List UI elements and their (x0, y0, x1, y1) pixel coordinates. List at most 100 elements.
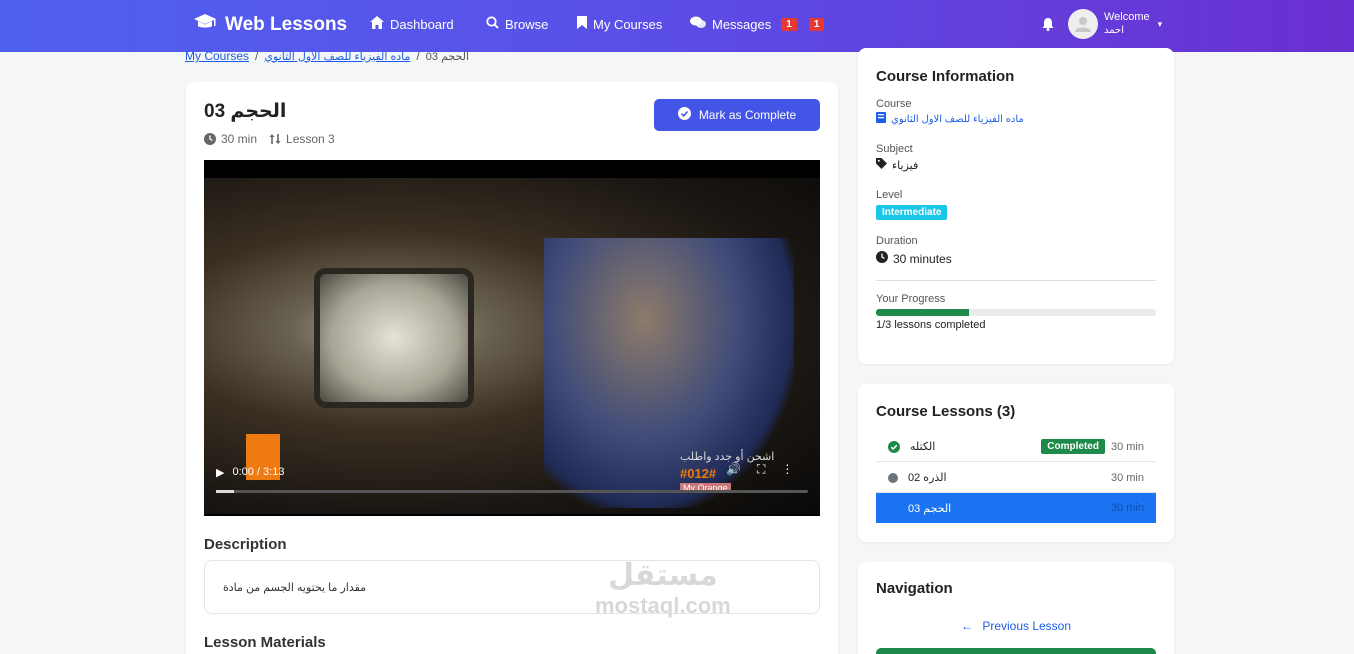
lesson-item-name: الذره 02 (908, 472, 947, 484)
progress-label: Your Progress (876, 293, 946, 305)
caret-down-icon: ▾ (1157, 18, 1163, 29)
level-value-row: Intermediate (876, 205, 948, 220)
lesson-duration: 30 min (221, 132, 258, 146)
user-name: احمد (1104, 25, 1124, 36)
chat-icon (690, 16, 706, 32)
materials-heading: Lesson Materials (204, 634, 326, 651)
lesson-item-duration: 30 min (1110, 502, 1144, 514)
arrow-left-icon: ← (960, 619, 973, 633)
welcome-text: Welcome (1104, 11, 1150, 23)
lesson-item-duration: 30 min (1110, 440, 1144, 453)
video-player[interactable]: اشحن أو جدد واطلب #012# My Orange ▶ 0:00… (204, 160, 820, 516)
more-options-icon[interactable]: ⋮ (781, 462, 793, 477)
previous-lesson-link[interactable]: ← Previous Lesson (876, 619, 1156, 633)
course-info-card: Course Information Course ماده الفيزياء … (858, 48, 1174, 364)
previous-lesson-label: Previous Lesson (982, 619, 1072, 633)
mark-complete-button[interactable]: Mark as Complete (654, 99, 820, 131)
search-icon (486, 16, 499, 32)
notifications-badge: 1 (808, 17, 825, 31)
video-controls: ▶ 0:00 / 3:13 (216, 462, 812, 482)
clock-icon (204, 133, 216, 145)
duration-label: Duration (876, 235, 918, 247)
navigation-card: Navigation ← Previous Lesson (858, 562, 1174, 654)
lesson-item-name: الحجم 03 (908, 502, 952, 515)
avatar (1068, 9, 1098, 39)
book-icon (876, 112, 886, 126)
sort-arrows-icon (269, 133, 281, 145)
nav-dashboard[interactable]: Dashboard (370, 16, 454, 32)
top-navbar: Web Lessons Dashboard Browse My Courses … (0, 0, 1354, 52)
graduation-cap-icon (193, 12, 217, 38)
lesson-card: الحجم 03 30 min Lesson 3 Mark as Complet… (186, 82, 838, 654)
lesson-item-3-active[interactable]: الحجم 03 30 min (876, 493, 1156, 523)
brand-name: Web Lessons (225, 14, 348, 35)
course-info-title: Course Information (876, 68, 1015, 85)
breadcrumb: My Courses / ماده الفيزياء للصف الاول ال… (185, 49, 469, 63)
tag-icon (876, 158, 887, 172)
next-lesson-button[interactable] (876, 648, 1156, 654)
nav-browse[interactable]: Browse (486, 16, 548, 32)
course-label: Course (876, 98, 912, 110)
video-time: 0:00 / 3:13 (232, 466, 285, 478)
messages-badge: 1 (781, 17, 797, 31)
subject-value-row: فيزياء (876, 158, 918, 172)
course-link[interactable]: ماده الفيزياء للصف الاول الثانوي (876, 112, 1024, 126)
breadcrumb-separator: / (255, 49, 259, 63)
description-text: مقدار ما يحتويه الجسم من مادة (223, 582, 367, 594)
divider (876, 280, 1156, 281)
level-badge: Intermediate (876, 205, 948, 220)
breadcrumb-separator: / (416, 49, 420, 63)
subject-label: Subject (876, 143, 913, 155)
watermark-ar: مستقل (607, 559, 718, 592)
bell-icon[interactable] (1042, 18, 1054, 36)
lesson-item-name: الكتله (910, 441, 936, 453)
home-icon (370, 16, 384, 32)
video-seek-bar[interactable] (216, 490, 808, 493)
lesson-item-duration: 30 min (1110, 471, 1144, 484)
subject-value: فيزياء (892, 159, 919, 172)
nav-messages-label: Messages (712, 16, 772, 32)
video-controls-right: 🔊 ⛶ ⋮ (726, 462, 793, 477)
breadcrumb-course[interactable]: ماده الفيزياء للصف الاول الثانوي (264, 50, 410, 63)
lesson-item-1[interactable]: الكتله Completed 30 min (876, 432, 1156, 462)
video-seek-fill (216, 490, 234, 493)
course-lessons-title: Course Lessons (3) (876, 403, 1016, 420)
fullscreen-icon[interactable]: ⛶ (757, 462, 765, 477)
nav-my-courses-label: My Courses (593, 16, 663, 32)
mark-complete-label: Mark as Complete (698, 108, 797, 122)
duration-value: 30 minutes (893, 251, 952, 266)
brand-logo[interactable]: Web Lessons (193, 12, 347, 38)
lesson-number: Lesson 3 (286, 132, 335, 146)
check-circle-icon (677, 107, 691, 123)
check-circle-icon (888, 440, 900, 453)
breadcrumb-my-courses[interactable]: My Courses (185, 49, 249, 63)
course-progress-bar (876, 309, 1156, 316)
lesson-item-2[interactable]: الذره 02 30 min (876, 463, 1156, 493)
watermark: مستقل mostaql.com (595, 560, 731, 620)
user-menu[interactable]: Welcome احمد ▾ (1068, 9, 1162, 39)
nav-messages[interactable]: Messages 1 1 (690, 16, 825, 32)
description-heading: Description (204, 536, 287, 553)
nav-my-courses[interactable]: My Courses (577, 16, 662, 32)
duration-value-row: 30 minutes (876, 251, 952, 266)
level-label: Level (876, 189, 903, 201)
nav-dashboard-label: Dashboard (390, 16, 454, 32)
watermark-en: mostaql.com (595, 593, 731, 618)
clock-icon (876, 251, 888, 266)
course-value: ماده الفيزياء للصف الاول الثانوي (891, 113, 1024, 125)
circle-icon (888, 503, 898, 513)
page-title: الحجم 03 (204, 101, 287, 122)
play-icon[interactable]: ▶ (216, 466, 224, 479)
course-lessons-card: Course Lessons (3) الكتله Completed 30 m… (858, 384, 1174, 542)
video-scene-tv (314, 268, 474, 408)
breadcrumb-current: الحجم 03 (425, 50, 470, 63)
bookmark-icon (577, 16, 587, 32)
completed-badge: Completed (1041, 439, 1105, 454)
course-progress-fill (876, 309, 970, 316)
nav-browse-label: Browse (505, 16, 549, 32)
navigation-title: Navigation (876, 580, 953, 597)
circle-icon (888, 472, 898, 483)
volume-icon[interactable]: 🔊 (726, 462, 741, 477)
progress-text: 1/3 lessons completed (876, 319, 986, 331)
lesson-meta: 30 min Lesson 3 (204, 132, 335, 146)
